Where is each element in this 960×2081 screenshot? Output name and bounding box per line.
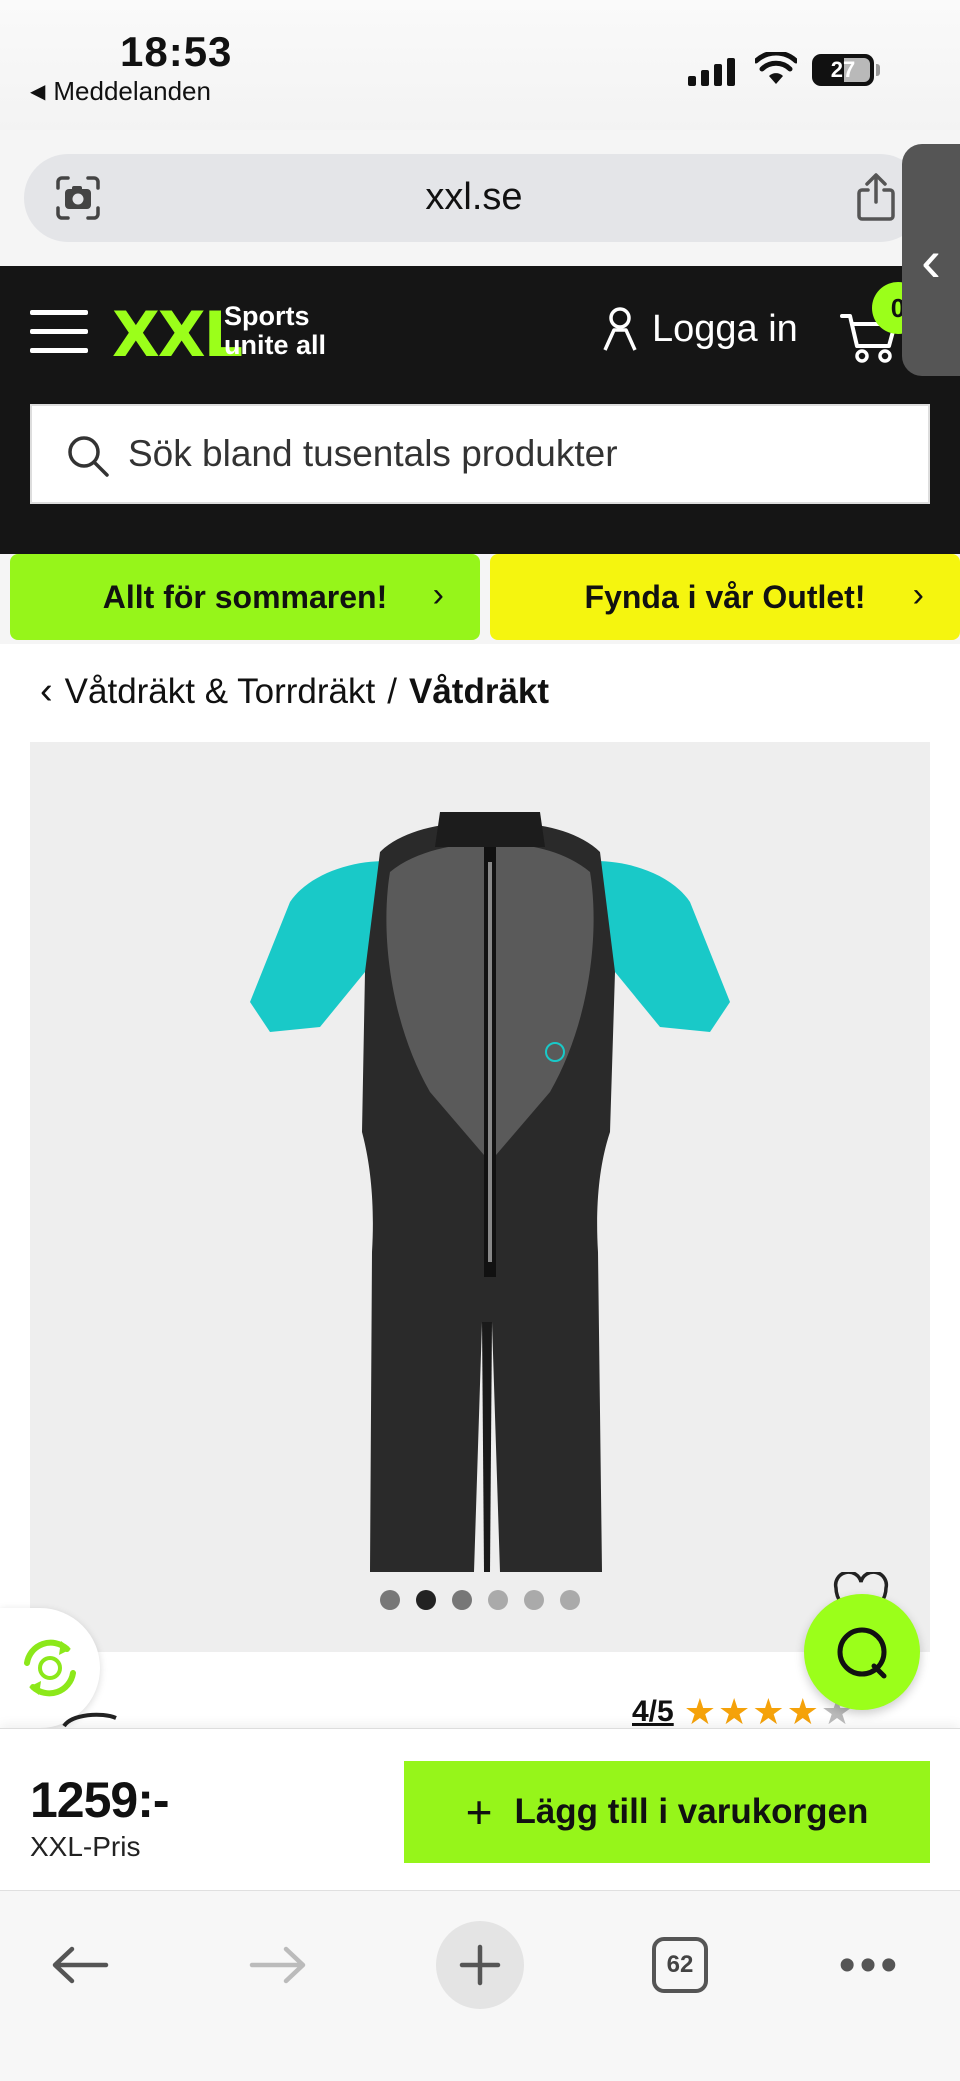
breadcrumb-parent[interactable]: Våtdräkt & Torrdräkt (65, 672, 376, 712)
price-label: XXL-Pris (30, 1831, 141, 1862)
search-icon (68, 436, 109, 477)
menu-icon[interactable] (30, 310, 88, 354)
status-time: 18:53 (120, 28, 233, 75)
new-tab-button[interactable] (436, 1921, 524, 2009)
battery-level: 27 (830, 57, 856, 82)
gallery-pagination[interactable] (380, 1590, 580, 1610)
search-input[interactable] (128, 406, 908, 502)
add-to-cart-button[interactable]: + Lägg till i varukorgen (404, 1761, 930, 1863)
star-filled-icon: ★ (683, 1691, 716, 1732)
xxl-logo[interactable]: XXL (112, 298, 243, 371)
tab-count: 62 (652, 1937, 708, 1993)
site-header: XXL Sports unite all Logga in 0 (0, 266, 960, 554)
back-to-app-link[interactable]: ◀ Meddelanden (30, 76, 211, 107)
browser-address-area: xxl.se (0, 130, 960, 266)
page: 18:53 ◀ Meddelanden 27 xxl.se ‹ XXL Spor… (0, 0, 960, 2081)
tabs-button[interactable]: 62 (644, 1921, 716, 2009)
star-filled-icon: ★ (752, 1691, 785, 1732)
battery-tip (876, 64, 880, 76)
address-bar[interactable]: xxl.se (24, 154, 924, 242)
breadcrumb: ‹ Våtdräkt & Torrdräkt / Våtdräkt (40, 670, 549, 713)
arrow-right-icon (249, 1946, 306, 1984)
chat-button[interactable] (804, 1594, 920, 1710)
more-options-icon[interactable]: ••• (820, 1921, 920, 2009)
add-to-cart-label: Lägg till i varukorgen (514, 1792, 869, 1831)
back-triangle-icon: ◀ (30, 81, 46, 103)
wifi-icon (755, 52, 797, 84)
browser-toolbar: 62 ••• (0, 1890, 960, 2081)
promo-row: Allt för sommaren! › Fynda i vår Outlet!… (0, 554, 960, 644)
back-app-label: Meddelanden (53, 76, 211, 106)
arrow-left-icon (52, 1946, 109, 1984)
brand-logo[interactable] (62, 1712, 118, 1728)
gallery-dot[interactable] (488, 1590, 508, 1610)
recycle-icon (24, 1639, 76, 1697)
tagline-line-2: unite all (224, 330, 327, 360)
chevron-left-icon[interactable]: ‹ (40, 670, 53, 713)
sticky-buy-bar: 1259:- XXL-Pris + Lägg till i varukorgen (0, 1728, 960, 1890)
login-label: Logga in (652, 307, 798, 350)
gallery-dot-active[interactable] (416, 1590, 436, 1610)
chevron-left-icon: ‹ (921, 226, 941, 294)
product-price: 1259:- (30, 1772, 170, 1828)
search-bar[interactable] (30, 404, 930, 504)
chevron-right-icon: › (432, 576, 444, 614)
gallery-dot[interactable] (380, 1590, 400, 1610)
gallery-dot[interactable] (524, 1590, 544, 1610)
browser-back-button[interactable] (40, 1921, 120, 2009)
star-filled-icon: ★ (786, 1691, 819, 1732)
breadcrumb-separator: / (387, 671, 397, 711)
plus-icon: + (465, 1786, 493, 1838)
product-image[interactable] (250, 802, 730, 1582)
cellular-signal-icon (688, 56, 735, 86)
rating-score[interactable]: 4/5 (632, 1695, 674, 1729)
user-icon (603, 307, 637, 351)
outlet-promo-button[interactable]: Fynda i vår Outlet! › (490, 554, 960, 640)
gallery-dot[interactable] (452, 1590, 472, 1610)
login-button[interactable]: Logga in (602, 306, 798, 352)
plus-icon (459, 1944, 501, 1986)
tagline-line-1: Sports (224, 301, 310, 331)
outlet-promo-label: Fynda i vår Outlet! (584, 578, 866, 615)
product-gallery[interactable] (30, 742, 930, 1652)
browser-forward-button[interactable] (238, 1921, 318, 2009)
star-filled-icon: ★ (718, 1691, 751, 1732)
battery-icon: 27 (812, 54, 874, 86)
summer-promo-button[interactable]: Allt för sommaren! › (10, 554, 480, 640)
product-rating[interactable]: 4/5 ★ ★ ★ ★ ★ (632, 1694, 853, 1730)
side-panel-tab[interactable]: ‹ (902, 144, 960, 376)
chat-icon (837, 1627, 887, 1679)
share-icon[interactable] (854, 172, 898, 222)
logo-tagline: Sports unite all (224, 302, 326, 360)
gallery-dot[interactable] (560, 1590, 580, 1610)
breadcrumb-current: Våtdräkt (408, 671, 550, 711)
status-bar: 18:53 ◀ Meddelanden 27 (0, 0, 960, 130)
chevron-right-icon: › (912, 576, 924, 614)
url-text: xxl.se (425, 176, 523, 218)
summer-promo-label: Allt för sommaren! (102, 578, 388, 615)
